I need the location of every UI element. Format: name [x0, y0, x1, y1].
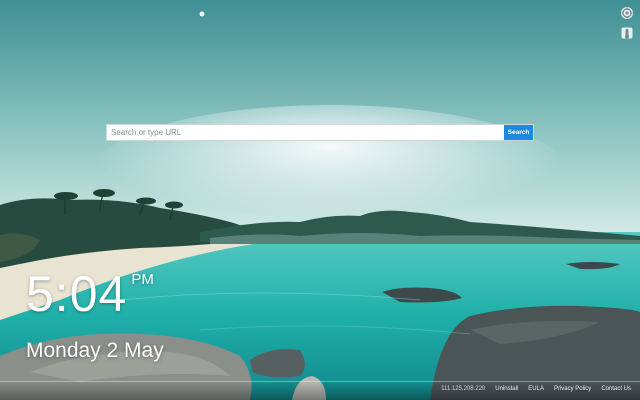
footer-ip-address: 111.125.208.220 — [441, 386, 486, 392]
weather-icon[interactable] — [620, 26, 634, 40]
search-button[interactable]: Search — [504, 125, 533, 140]
footer-links: 111.125.208.220 Uninstall EULA Privacy P… — [436, 386, 636, 392]
clock-ampm: PM — [131, 271, 154, 288]
clock-widget: 5:04 PM — [26, 266, 154, 322]
settings-icon[interactable] — [620, 6, 634, 20]
corner-icons — [620, 6, 634, 40]
footer-link-uninstall[interactable]: Uninstall — [490, 386, 523, 392]
new-tab-page: Search 5:04PM Monday 2 May 111.125.208.2… — [0, 0, 640, 400]
footer-link-privacy-policy[interactable]: Privacy Policy — [549, 386, 596, 392]
footer-link-eula[interactable]: EULA — [523, 386, 549, 392]
clock-time: 5:04 — [26, 266, 128, 322]
search-bar: Search — [106, 124, 534, 141]
footer-divider — [0, 381, 640, 382]
search-input[interactable] — [107, 125, 504, 140]
footer-link-contact-us[interactable]: Contact Us — [596, 386, 636, 392]
clock-date: Monday 2 May — [26, 339, 164, 362]
